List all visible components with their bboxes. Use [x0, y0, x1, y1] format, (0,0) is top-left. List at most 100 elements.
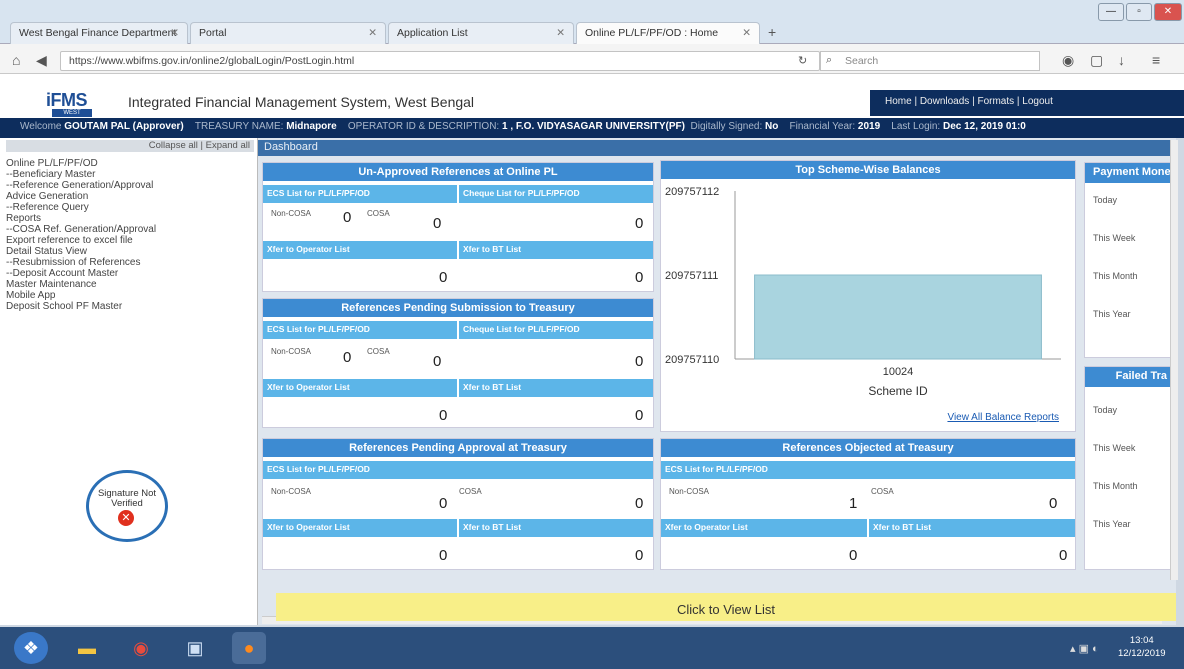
new-tab-button[interactable]: +: [768, 24, 776, 40]
xfer-bt-link[interactable]: Xfer to BT List: [869, 519, 1075, 537]
xfer-operator-count[interactable]: 0: [439, 547, 447, 564]
panel-unapproved-references: Un-Approved References at Online PL ECS …: [262, 162, 654, 292]
fy-value: 2019: [857, 121, 881, 132]
payment-this-week: This Week: [1093, 233, 1136, 243]
tab-finance-dept[interactable]: West Bengal Finance Department ✕: [10, 22, 188, 44]
reload-icon[interactable]: ↻: [798, 54, 807, 67]
sidebar-item-resubmission[interactable]: --Resubmission of References: [6, 257, 141, 268]
click-to-view-list-button[interactable]: Click to View List: [276, 593, 1176, 621]
xfer-bt-count[interactable]: 0: [635, 547, 643, 564]
download-icon[interactable]: ↓: [1118, 52, 1125, 68]
ecs-list-link[interactable]: ECS List for PL/LF/PF/OD: [263, 321, 457, 339]
tab-application-list[interactable]: Application List ✕: [388, 22, 574, 44]
panel-title: References Objected at Treasury: [661, 439, 1075, 457]
cosa-label: COSA: [367, 347, 390, 356]
firefox-icon[interactable]: ●: [232, 632, 266, 664]
cheque-count[interactable]: 0: [635, 353, 643, 370]
system-tray-icons[interactable]: ▴ ▣ ◐: [1070, 642, 1099, 655]
sidebar-item-deposit-account[interactable]: --Deposit Account Master: [6, 268, 118, 279]
minimize-icon[interactable]: —: [1098, 3, 1124, 21]
sidebar-item-detail-status[interactable]: Detail Status View: [6, 246, 87, 257]
chrome-icon[interactable]: ◉: [124, 632, 158, 664]
cosa-count[interactable]: 0: [635, 495, 643, 512]
app-icon[interactable]: ▣: [178, 632, 212, 664]
sidebar-item-reference-query[interactable]: --Reference Query: [6, 202, 89, 213]
url-bar[interactable]: https://www.wbifms.gov.in/online2/global…: [60, 51, 820, 71]
search-input[interactable]: Search: [820, 51, 1040, 71]
home-icon[interactable]: ⌂: [12, 52, 20, 68]
cheque-list-link[interactable]: Cheque List for PL/LF/PF/OD: [459, 185, 653, 203]
sidebar-item-master-maintenance[interactable]: Master Maintenance: [6, 279, 97, 290]
header-links[interactable]: Home | Downloads | Formats | Logout: [870, 90, 1184, 116]
close-tab-icon[interactable]: ✕: [742, 27, 751, 39]
xfer-operator-link[interactable]: Xfer to Operator List: [661, 519, 867, 537]
non-cosa-count[interactable]: 0: [343, 209, 351, 226]
ecs-list-link[interactable]: ECS List for PL/LF/PF/OD: [263, 185, 457, 203]
xfer-operator-link[interactable]: Xfer to Operator List: [263, 519, 457, 537]
non-cosa-count[interactable]: 1: [849, 495, 857, 512]
xfer-operator-link[interactable]: Xfer to Operator List: [263, 379, 457, 397]
vertical-scrollbar[interactable]: [1170, 140, 1178, 580]
panel-title: References Pending Approval at Treasury: [263, 439, 653, 457]
cheque-list-link[interactable]: Cheque List for PL/LF/PF/OD: [459, 321, 653, 339]
xfer-bt-count[interactable]: 0: [1059, 547, 1067, 564]
panel-title: References Pending Submission to Treasur…: [263, 299, 653, 317]
back-icon[interactable]: ◀: [36, 52, 47, 69]
sidebar-item-advice-generation[interactable]: Advice Generation: [6, 191, 88, 202]
file-explorer-icon[interactable]: ▬: [70, 632, 104, 664]
ecs-list-link[interactable]: ECS List for PL/LF/PF/OD: [661, 461, 1075, 479]
payment-this-month: This Month: [1093, 271, 1138, 281]
tab-label: Application List: [397, 27, 468, 39]
xfer-bt-count[interactable]: 0: [635, 269, 643, 286]
tab-label: Online PL/LF/PF/OD : Home: [585, 27, 719, 39]
non-cosa-count[interactable]: 0: [343, 349, 351, 366]
ifms-logo: iFMS: [46, 90, 88, 110]
collapse-expand-links[interactable]: Collapse all | Expand all: [6, 140, 254, 152]
close-tab-icon[interactable]: ✕: [556, 27, 565, 39]
taskbar-clock[interactable]: 13:04 12/12/2019: [1118, 634, 1166, 660]
close-tab-icon[interactable]: ✕: [170, 27, 179, 39]
sidebar-item-reference-generation[interactable]: --Reference Generation/Approval: [6, 180, 153, 191]
sidebar-item-reports[interactable]: Reports: [6, 213, 41, 224]
sidebar-item-online-pl[interactable]: Online PL/LF/PF/OD: [6, 158, 98, 169]
xfer-operator-count[interactable]: 0: [849, 547, 857, 564]
cheque-count[interactable]: 0: [635, 215, 643, 232]
sidebar-item-cosa-ref[interactable]: --COSA Ref. Generation/Approval: [6, 224, 156, 235]
clock-time: 13:04: [1129, 635, 1154, 646]
cosa-label: COSA: [367, 209, 390, 218]
ecs-list-link[interactable]: ECS List for PL/LF/PF/OD: [263, 461, 653, 479]
payment-this-year: This Year: [1093, 309, 1131, 319]
sidebar-item-beneficiary[interactable]: --Beneficiary Master: [6, 169, 95, 180]
library-icon[interactable]: ▢: [1090, 52, 1103, 69]
xfer-operator-count[interactable]: 0: [439, 269, 447, 286]
xfer-operator-link[interactable]: Xfer to Operator List: [263, 241, 457, 259]
maximize-icon[interactable]: ▫: [1126, 3, 1152, 21]
view-all-balance-link[interactable]: View All Balance Reports: [947, 412, 1059, 423]
non-cosa-label: Non-COSA: [669, 487, 710, 496]
failed-this-week: This Week: [1093, 443, 1136, 453]
non-cosa-label: Non-COSA: [271, 487, 312, 496]
xfer-bt-link[interactable]: Xfer to BT List: [459, 379, 653, 397]
operator-id: 1 , F.O. VIDYASAGAR UNIVERSITY(PF): [501, 121, 685, 132]
close-tab-icon[interactable]: ✕: [368, 27, 377, 39]
cosa-count[interactable]: 0: [433, 215, 441, 232]
tab-portal[interactable]: Portal ✕: [190, 22, 386, 44]
cosa-count[interactable]: 0: [1049, 495, 1057, 512]
xfer-operator-count[interactable]: 0: [439, 407, 447, 424]
xfer-bt-link[interactable]: Xfer to BT List: [459, 519, 653, 537]
sidebar-item-mobile-app[interactable]: Mobile App: [6, 290, 55, 301]
xfer-bt-count[interactable]: 0: [635, 407, 643, 424]
pocket-icon[interactable]: ◉: [1062, 52, 1074, 69]
start-icon[interactable]: ❖: [14, 632, 48, 664]
panel-scheme-balances: Top Scheme-Wise Balances 209757112 209757…: [660, 160, 1076, 432]
close-window-icon[interactable]: ✕: [1154, 3, 1182, 21]
sidebar-item-deposit-school[interactable]: Deposit School PF Master: [6, 301, 122, 312]
cosa-count[interactable]: 0: [433, 353, 441, 370]
cosa-label: COSA: [459, 487, 482, 496]
panel-title: Failed Tra: [1085, 367, 1175, 387]
menu-icon[interactable]: ≡: [1152, 52, 1160, 68]
xfer-bt-link[interactable]: Xfer to BT List: [459, 241, 653, 259]
tab-online-pl-home[interactable]: Online PL/LF/PF/OD : Home ✕: [576, 22, 760, 44]
non-cosa-count[interactable]: 0: [439, 495, 447, 512]
sidebar-item-export-excel[interactable]: Export reference to excel file: [6, 235, 133, 246]
